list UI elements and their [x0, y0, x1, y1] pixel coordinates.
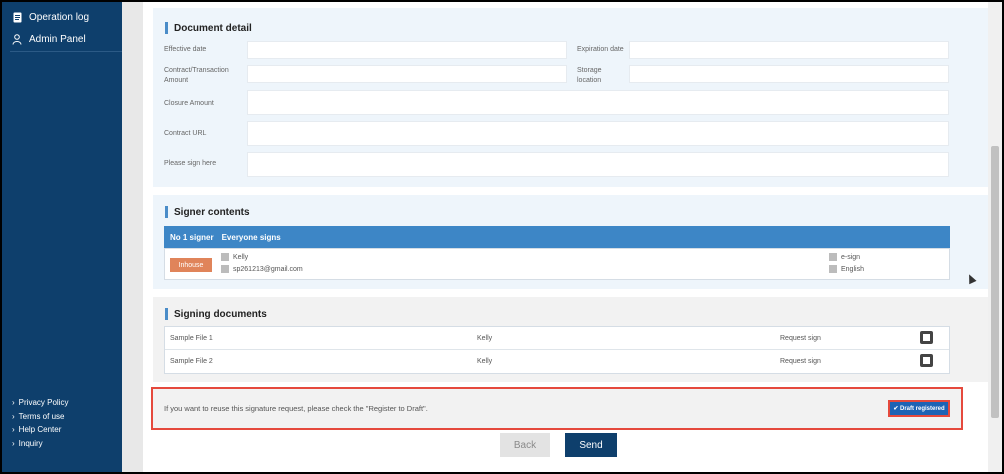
contract-url-input[interactable]	[247, 121, 949, 146]
sidebar: Operation log Admin Panel › Privacy Polic…	[2, 2, 122, 472]
effective-date-label: Effective date	[164, 46, 207, 53]
sidebar-item-label: Operation log	[29, 11, 90, 23]
chevron-right-icon: ›	[12, 425, 15, 435]
please-sign-here-input[interactable]	[247, 152, 949, 177]
expiration-date-label: Expiration date	[577, 46, 624, 53]
footer-link-terms[interactable]: › Terms of use	[12, 410, 68, 424]
storage-location-label: Storage location	[577, 67, 602, 84]
signing-documents-section: Signing documents Sample File 1 Kelly Re…	[153, 297, 989, 382]
title-accent-bar	[165, 308, 168, 320]
sidebar-footer: › Privacy Policy › Terms of use › Help Cent…	[12, 396, 68, 450]
footer-link-privacy[interactable]: › Privacy Policy	[12, 396, 68, 410]
document-icon	[829, 253, 837, 261]
app-window: Operation log Admin Panel › Privacy Polic…	[2, 2, 1002, 472]
signer-method: e-sign	[829, 253, 860, 261]
contract-amount-label: Contract/Transaction Amount	[164, 67, 229, 84]
file-signer: Kelly	[477, 335, 493, 342]
draft-registered-button[interactable]: ✔ Draft registered	[888, 400, 950, 417]
person-icon	[221, 253, 229, 261]
chevron-right-icon: ›	[12, 438, 15, 448]
file-action: Request sign	[780, 358, 821, 365]
contract-url-label: Contract URL	[164, 130, 207, 137]
draft-register-box: If you want to reuse this signature requ…	[151, 387, 963, 430]
expiration-date-input[interactable]	[629, 41, 949, 59]
signer-number: No 1 signer	[170, 232, 214, 242]
storage-location-input[interactable]	[629, 65, 949, 83]
content-panel: Document detail Effective date Expiratio…	[143, 2, 990, 472]
please-sign-here-label: Please sign here	[164, 160, 217, 167]
sidebar-item-label: Admin Panel	[29, 33, 86, 45]
user-icon	[12, 33, 22, 45]
documents-table: Sample File 1 Kelly Request sign Sample …	[164, 326, 950, 374]
inhouse-button[interactable]: Inhouse	[170, 258, 212, 272]
document-icon	[12, 11, 22, 23]
table-row: Sample File 2 Kelly Request sign	[165, 350, 949, 373]
title-accent-bar	[165, 206, 168, 218]
signer-language: English	[829, 265, 864, 273]
effective-date-input[interactable]	[247, 41, 567, 59]
sidebar-item-operation-log[interactable]: Operation log	[2, 6, 122, 28]
section-title: Document detail	[165, 22, 252, 34]
signer-header: No 1 signer Everyone signs	[164, 226, 950, 248]
back-button[interactable]: Back	[500, 433, 550, 457]
sidebar-item-admin-panel[interactable]: Admin Panel	[2, 28, 122, 50]
file-name: Sample File 2	[170, 358, 213, 365]
draft-message: If you want to reuse this signature requ…	[164, 404, 428, 413]
signer-mode: Everyone signs	[221, 232, 281, 242]
file-name: Sample File 1	[170, 335, 213, 342]
scrollbar-thumb[interactable]	[991, 146, 999, 418]
chevron-right-icon: ›	[12, 398, 15, 408]
footer-link-inquiry[interactable]: › Inquiry	[12, 437, 68, 451]
section-title: Signer contents	[165, 206, 250, 218]
contract-amount-input[interactable]	[247, 65, 567, 83]
mail-icon	[221, 265, 229, 273]
signer-contents-section: Signer contents No 1 signer Everyone sig…	[153, 195, 989, 289]
file-signer: Kelly	[477, 358, 493, 365]
preview-icon[interactable]	[920, 354, 933, 367]
document-detail-section: Document detail Effective date Expiratio…	[153, 8, 989, 187]
signer-email: sp261213@gmail.com	[221, 265, 303, 273]
chevron-right-icon: ›	[12, 411, 15, 421]
file-action: Request sign	[780, 335, 821, 342]
table-row: Sample File 1 Kelly Request sign	[165, 327, 949, 350]
closure-amount-input[interactable]	[247, 90, 949, 115]
preview-icon[interactable]	[920, 331, 933, 344]
vertical-scrollbar[interactable]	[988, 2, 1002, 472]
send-button[interactable]: Send	[565, 433, 617, 457]
signer-row: Inhouse Kelly sp261213@gmail.com e-sign …	[164, 248, 950, 280]
section-title: Signing documents	[165, 308, 267, 320]
title-accent-bar	[165, 22, 168, 34]
sidebar-divider	[10, 51, 122, 52]
language-icon	[829, 265, 837, 273]
closure-amount-label: Closure Amount	[164, 100, 214, 107]
footer-link-help[interactable]: › Help Center	[12, 423, 68, 437]
signer-name: Kelly	[221, 253, 248, 261]
main-area: Document detail Effective date Expiratio…	[122, 2, 990, 472]
